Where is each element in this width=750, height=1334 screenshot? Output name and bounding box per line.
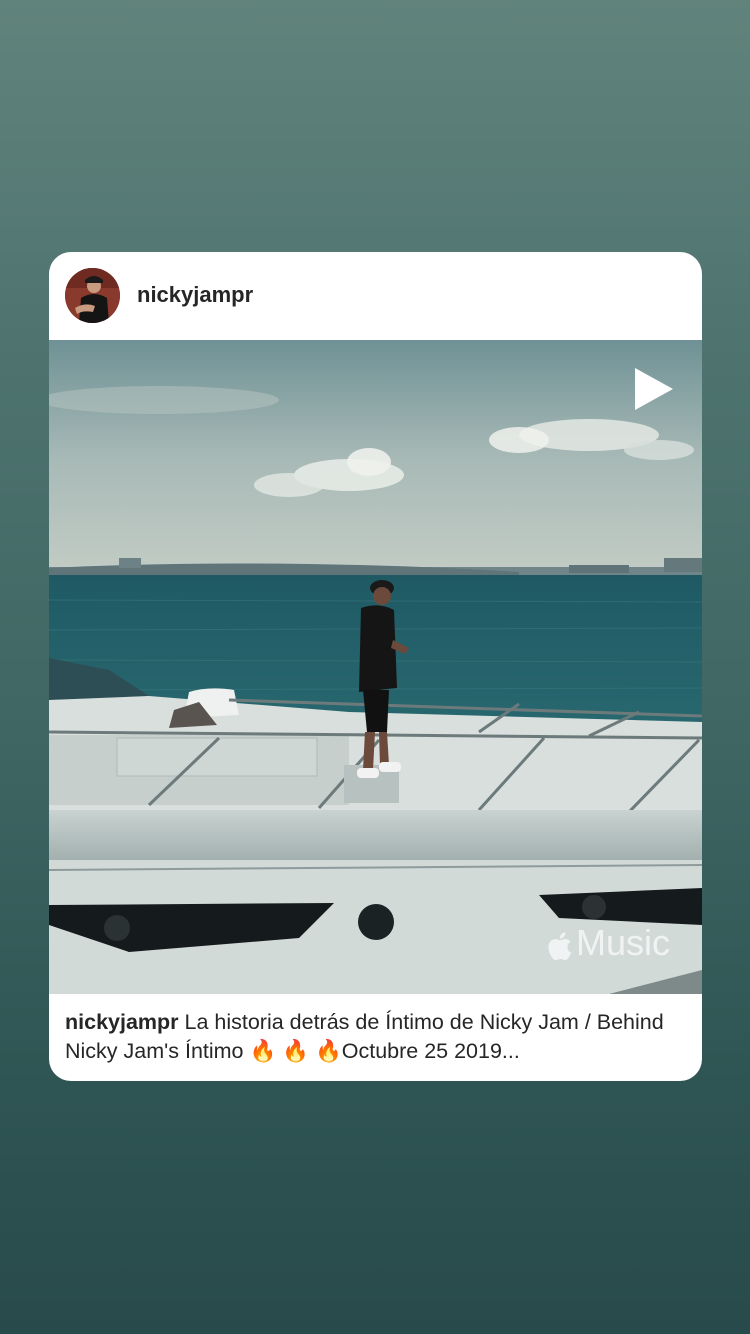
play-icon[interactable] — [631, 364, 677, 414]
post-media-video[interactable]: Music — [49, 340, 702, 994]
caption-username[interactable]: nickyjampr — [65, 1010, 179, 1034]
apple-logo-icon — [546, 928, 572, 961]
post-username[interactable]: nickyjampr — [137, 282, 253, 308]
post-header: nickyjampr — [49, 252, 702, 340]
post-caption: nickyjampr La historia detrás de Íntimo … — [65, 1008, 690, 1066]
story-post-card[interactable]: nickyjampr Music nickyjampr La historia … — [49, 252, 702, 1081]
avatar[interactable] — [65, 268, 120, 323]
watermark-text: Music — [575, 922, 670, 963]
video-frame-image — [49, 340, 702, 994]
apple-music-watermark: Music — [546, 922, 670, 964]
